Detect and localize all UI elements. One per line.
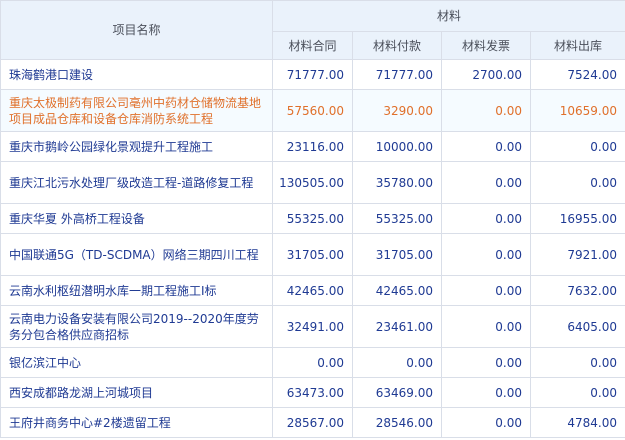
column-header-material-payment[interactable]: 材料付款 [352,31,442,60]
cell-material-contract: 130505.00 [272,161,353,204]
cell-material-invoice: 0.00 [441,275,531,306]
cell-material-outbound: 16955.00 [529,203,625,234]
table-row[interactable]: 王府井商务中心#2楼遗留工程 28567.00 28546.00 0.00 47… [0,407,625,438]
cell-material-outbound: 4784.00 [529,407,625,438]
column-header-material-contract[interactable]: 材料合同 [272,31,353,60]
cell-material-contract: 28567.00 [272,407,353,438]
cell-material-invoice: 0.00 [441,89,531,132]
cell-material-outbound: 0.00 [529,377,625,408]
cell-project-name: 重庆华夏 外高桥工程设备 [0,203,273,234]
table-row[interactable]: 西安成都路龙湖上河城项目 63473.00 63469.00 0.00 0.00 [0,377,625,408]
cell-material-invoice: 0.00 [441,377,531,408]
cell-material-payment: 23461.00 [352,305,442,348]
cell-project-name: 重庆江北污水处理厂级改造工程-道路修复工程 [0,161,273,204]
cell-material-contract: 42465.00 [272,275,353,306]
table-row[interactable]: 云南电力设备安装有限公司2019--2020年度劳务分包合格供应商招标 3249… [0,305,625,348]
cell-material-outbound: 0.00 [529,161,625,204]
cell-material-contract: 63473.00 [272,377,353,408]
cell-material-invoice: 0.00 [441,203,531,234]
cell-material-outbound: 7524.00 [529,59,625,90]
column-header-material-outbound[interactable]: 材料出库 [529,31,625,60]
cell-material-payment: 10000.00 [352,131,442,162]
table-row[interactable]: 云南水利枢纽潜明水库一期工程施工I标 42465.00 42465.00 0.0… [0,275,625,306]
table-row[interactable]: 中国联通5G（TD-SCDMA）网络三期四川工程 31705.00 31705.… [0,233,625,276]
cell-material-invoice: 2700.00 [441,59,531,90]
cell-material-outbound: 6405.00 [529,305,625,348]
cell-material-payment: 3290.00 [352,89,442,132]
cell-material-payment: 35780.00 [352,161,442,204]
cell-material-outbound: 0.00 [529,131,625,162]
cell-material-invoice: 0.00 [441,161,531,204]
cell-material-payment: 31705.00 [352,233,442,276]
cell-material-contract: 32491.00 [272,305,353,348]
cell-material-contract: 31705.00 [272,233,353,276]
column-header-material-invoice[interactable]: 材料发票 [441,31,531,60]
materials-table: 项目名称 材料 材料合同 材料付款 材料发票 材料出库 珠海鹤港口建设 7177… [0,0,625,438]
cell-project-name: 重庆市鹅岭公园绿化景观提升工程施工 [0,131,273,162]
cell-material-payment: 71777.00 [352,59,442,90]
table-body: 珠海鹤港口建设 71777.00 71777.00 2700.00 7524.0… [0,59,625,438]
cell-material-outbound: 10659.00 [529,89,625,132]
cell-project-name: 云南水利枢纽潜明水库一期工程施工I标 [0,275,273,306]
cell-material-contract: 55325.00 [272,203,353,234]
cell-material-contract: 57560.00 [272,89,353,132]
table-row[interactable]: 银亿滨江中心 0.00 0.00 0.00 0.00 [0,347,625,378]
cell-material-invoice: 0.00 [441,131,531,162]
cell-project-name: 银亿滨江中心 [0,347,273,378]
cell-material-outbound: 0.00 [529,347,625,378]
cell-project-name: 珠海鹤港口建设 [0,59,273,90]
column-group-materials: 材料 [271,0,625,32]
table-row[interactable]: 重庆江北污水处理厂级改造工程-道路修复工程 130505.00 35780.00… [0,161,625,204]
cell-material-contract: 71777.00 [272,59,353,90]
cell-material-invoice: 0.00 [441,407,531,438]
cell-material-payment: 63469.00 [352,377,442,408]
cell-material-invoice: 0.00 [441,347,531,378]
cell-material-payment: 0.00 [352,347,442,378]
table-row[interactable]: 重庆市鹅岭公园绿化景观提升工程施工 23116.00 10000.00 0.00… [0,131,625,162]
table-row[interactable]: 珠海鹤港口建设 71777.00 71777.00 2700.00 7524.0… [0,59,625,90]
column-header-project-name[interactable]: 项目名称 [0,0,273,60]
cell-material-invoice: 0.00 [441,305,531,348]
cell-material-contract: 0.00 [272,347,353,378]
cell-material-payment: 55325.00 [352,203,442,234]
table-row[interactable]: 重庆华夏 外高桥工程设备 55325.00 55325.00 0.00 1695… [0,203,625,234]
cell-project-name: 云南电力设备安装有限公司2019--2020年度劳务分包合格供应商招标 [0,305,273,348]
cell-project-name: 王府井商务中心#2楼遗留工程 [0,407,273,438]
cell-material-outbound: 7921.00 [529,233,625,276]
cell-project-name: 重庆太极制药有限公司亳州中药材仓储物流基地项目成品仓库和设备仓库消防系统工程 [0,89,273,132]
cell-material-payment: 42465.00 [352,275,442,306]
table-header: 项目名称 材料 材料合同 材料付款 材料发票 材料出库 [0,0,625,60]
cell-project-name: 西安成都路龙湖上河城项目 [0,377,273,408]
cell-project-name: 中国联通5G（TD-SCDMA）网络三期四川工程 [0,233,273,276]
cell-material-payment: 28546.00 [352,407,442,438]
table-row-selected[interactable]: 重庆太极制药有限公司亳州中药材仓储物流基地项目成品仓库和设备仓库消防系统工程 5… [0,89,625,132]
cell-material-contract: 23116.00 [272,131,353,162]
cell-material-invoice: 0.00 [441,233,531,276]
cell-material-outbound: 7632.00 [529,275,625,306]
